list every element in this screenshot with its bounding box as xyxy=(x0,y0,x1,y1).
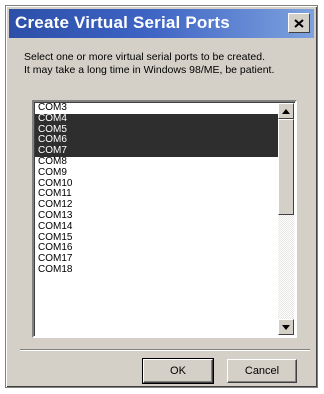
arrow-up-icon xyxy=(282,108,290,114)
list-item[interactable]: COM6 xyxy=(35,135,280,147)
list-item[interactable]: COM9 xyxy=(35,167,280,179)
ports-listbox[interactable]: COM3 COM4 COM5 COM6 COM7 COM8 COM9 COM10 COM11 CO… xyxy=(32,100,297,338)
ok-button[interactable]: OK xyxy=(142,358,214,384)
list-item[interactable]: COM5 xyxy=(35,124,280,136)
ports-list: COM3 COM4 COM5 COM6 COM7 COM8 COM9 COM10 COM11 CO… xyxy=(35,102,280,276)
vertical-scrollbar[interactable] xyxy=(278,103,294,335)
scrollbar-thumb[interactable] xyxy=(278,119,294,215)
close-icon xyxy=(294,18,304,28)
cancel-button[interactable]: Cancel xyxy=(227,359,297,383)
arrow-down-icon xyxy=(282,324,290,330)
separator xyxy=(20,349,310,351)
list-item[interactable]: COM4 xyxy=(35,113,280,125)
close-button[interactable] xyxy=(288,13,310,33)
instruction-line-1: Select one or more virtual serial ports … xyxy=(24,51,266,63)
scroll-down-button[interactable] xyxy=(278,319,294,335)
list-item[interactable]: COM7 xyxy=(35,145,280,157)
scroll-up-button[interactable] xyxy=(278,103,294,119)
list-item[interactable]: COM14 xyxy=(35,221,280,233)
instruction-line-2: It may take a long time in Windows 98/ME… xyxy=(24,64,275,76)
window-title: Create Virtual Serial Ports xyxy=(15,13,230,32)
list-item[interactable]: COM3 xyxy=(35,102,280,114)
create-virtual-serial-ports-dialog: Create Virtual Serial Ports Select one o… xyxy=(5,5,318,388)
list-item[interactable]: COM18 xyxy=(35,264,280,276)
title-bar[interactable]: Create Virtual Serial Ports xyxy=(9,9,314,38)
instructions-text: Select one or more virtual serial ports … xyxy=(24,51,316,77)
list-item[interactable]: COM8 xyxy=(35,156,280,168)
